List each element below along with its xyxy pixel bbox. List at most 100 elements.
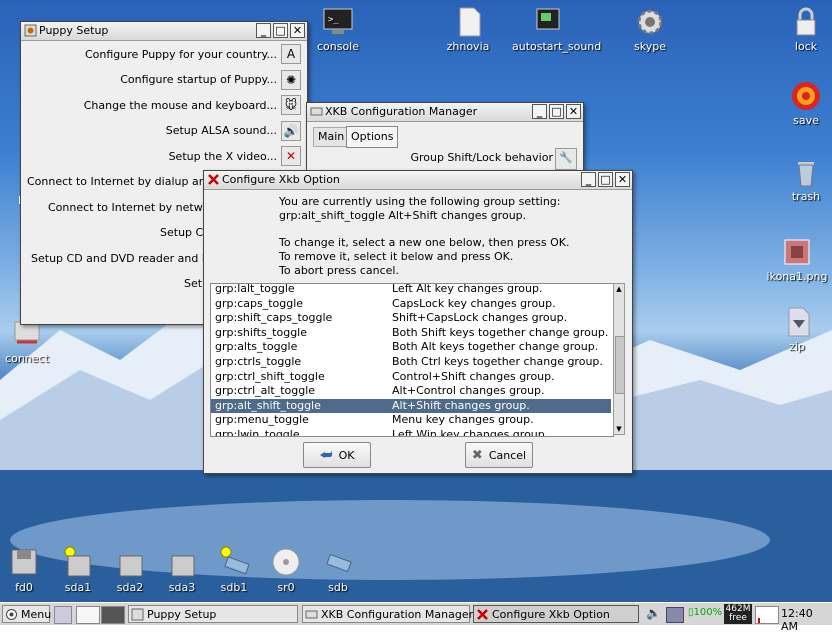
setup-item-icon[interactable]: ✺ (281, 69, 301, 90)
tab-main[interactable]: Main (313, 127, 350, 147)
xkb-option-dialog[interactable]: Configure Xkb Option _ □ ✕ You are curre… (203, 170, 633, 474)
setup-item-icon[interactable]: A (281, 44, 301, 64)
close-button[interactable]: ✕ (615, 172, 630, 187)
setup-item-label: Setup CD and DVD reader and b (31, 251, 209, 265)
xkb-manager-titlebar[interactable]: XKB Configuration Manager _ □ ✕ (307, 103, 583, 122)
setup-item-icon[interactable]: 🐭 (281, 95, 301, 115)
cancel-button[interactable]: ✖ Cancel (465, 442, 533, 468)
cdrom-icon (272, 548, 300, 576)
minimize-button[interactable]: _ (581, 172, 596, 187)
desktop-icon-autostart-sound[interactable]: autostart_sound (512, 6, 601, 53)
list-item[interactable]: grp:lalt_toggle Left Alt key changes grou… (211, 284, 611, 297)
cancel-button-label: Cancel (488, 448, 527, 462)
xkb-option-titlebar[interactable]: Configure Xkb Option _ □ ✕ (204, 171, 632, 190)
drive-sda2[interactable]: sda2 (108, 546, 152, 594)
desktop-icon-save[interactable]: save (771, 80, 832, 127)
setup-item[interactable]: Connect to Internet by dialup ana (27, 171, 212, 193)
script-icon (531, 6, 563, 38)
setup-item[interactable]: Set (184, 273, 202, 295)
setup-item-icon[interactable]: ✕ (281, 146, 301, 166)
desktop-icon-console[interactable]: >_ console (303, 6, 373, 53)
option-description: Menu key changes group. (392, 413, 534, 427)
setup-item[interactable]: Setup ALSA sound... 🔊 (166, 120, 301, 142)
quicklaunch-icon[interactable] (54, 606, 72, 624)
setup-item[interactable]: Configure startup of Puppy... ✺ (120, 69, 301, 91)
battery-indicator: ▯100% (688, 607, 722, 618)
list-item[interactable]: grp:lwin_toggle Left Win key changes grou… (211, 428, 611, 437)
drive-sr0[interactable]: sr0 (264, 546, 308, 594)
volume-icon[interactable]: 🔈 (646, 606, 661, 620)
close-button[interactable]: ✕ (290, 23, 305, 38)
list-item[interactable]: grp:alts_toggle Both Alt keys together ch… (211, 340, 611, 355)
close-button[interactable]: ✕ (566, 104, 581, 119)
memory-indicator: 462M free (724, 604, 752, 624)
setup-item[interactable]: Setup CD and DVD reader and b (31, 247, 209, 269)
puppy-menu-icon (5, 608, 18, 621)
setup-item-icon[interactable]: 🔊 (281, 120, 301, 141)
drive-sdb[interactable]: sdb (316, 546, 360, 594)
list-item[interactable]: grp:shift_caps_toggle Shift+CapsLock chan… (211, 311, 611, 326)
ok-button[interactable]: ⮨ OK (303, 442, 371, 468)
harddisk-icon (64, 546, 91, 577)
task-label: XKB Configuration Manager (321, 608, 474, 621)
puppy-setup-titlebar[interactable]: Puppy Setup _ □ ✕ (21, 22, 307, 41)
setup-item[interactable]: Connect to Internet by netwo (48, 196, 209, 218)
maximize-button[interactable]: □ (273, 23, 288, 38)
task-xkb-option[interactable]: Configure Xkb Option (473, 605, 639, 623)
minimize-button[interactable]: _ (256, 23, 271, 38)
drive-label: sdb (328, 581, 348, 594)
desktop-icon-zip[interactable]: zip (762, 306, 832, 353)
drive-label: sr0 (277, 581, 295, 594)
setup-item[interactable]: Configure Puppy for your country... A (85, 43, 301, 65)
list-scrollbar[interactable]: ▲ ▼ (613, 283, 625, 435)
usb-drive-icon (220, 546, 250, 575)
list-item[interactable]: grp:caps_toggle CapsLock key changes grou… (211, 297, 611, 312)
desktop-pager-2[interactable] (101, 606, 125, 624)
list-item[interactable]: grp:alt_shift_toggle Alt+Shift changes gr… (211, 398, 611, 414)
setup-item-label: Change the mouse and keyboard... (83, 98, 277, 112)
menu-button[interactable]: Menu (2, 605, 51, 623)
desktop-icon-skype[interactable]: skype (615, 6, 685, 53)
list-item[interactable]: grp:menu_toggle Menu key changes group. (211, 413, 611, 428)
task-xkb-manager[interactable]: XKB Configuration Manager (302, 605, 474, 623)
desktop-pager-1[interactable] (76, 606, 100, 624)
desktop-icon-connect[interactable]: connect (0, 318, 62, 365)
info-line-2: grp:alt_shift_toggle Alt+Shift changes g… (279, 209, 527, 222)
desktop-icon-lock[interactable]: lock (771, 6, 832, 53)
scroll-down-arrow-icon[interactable]: ▼ (614, 424, 624, 434)
desktop-icon-label: skype (634, 40, 666, 53)
list-item[interactable]: grp:ctrl_alt_toggle Alt+Control changes g… (211, 384, 611, 399)
help-line-1: To change it, select a new one below, th… (279, 236, 570, 249)
setup-item[interactable]: Change the mouse and keyboard... 🐭 (84, 94, 301, 116)
desktop-icon-ikona[interactable]: ikona1.png (762, 236, 832, 283)
options-list[interactable]: grp:lalt_toggle Left Alt key changes grou… (210, 283, 614, 437)
minimize-button[interactable]: _ (532, 104, 547, 119)
tab-options[interactable]: Options (346, 126, 399, 148)
xkb-manager-window[interactable]: XKB Configuration Manager _ □ ✕ Main Opt… (306, 102, 584, 176)
drive-sda1[interactable]: sda1 (56, 546, 100, 594)
option-description: Left Win key changes group. (392, 428, 549, 437)
harddisk-icon (119, 555, 143, 577)
network-tray-icon[interactable] (666, 607, 684, 623)
setup-item[interactable]: Setup the X video... ✕ (169, 145, 301, 167)
desktop-icon-zhnovia[interactable]: zhnovia (433, 6, 503, 53)
scroll-up-arrow-icon[interactable]: ▲ (614, 284, 624, 294)
list-item[interactable]: grp:ctrls_toggle Both Ctrl keys together … (211, 355, 611, 370)
option-key: grp:lwin_toggle (215, 428, 300, 437)
task-puppy-setup[interactable]: Puppy Setup (128, 605, 298, 623)
option-description: Both Ctrl keys together change group. (392, 355, 603, 368)
scrollbar-thumb[interactable] (615, 336, 625, 394)
maximize-button[interactable]: □ (549, 104, 564, 119)
list-item[interactable]: grp:shifts_toggle Both Shift keys togethe… (211, 326, 611, 341)
option-key: grp:ctrl_shift_toggle (215, 369, 325, 383)
clock[interactable]: 12:40 AM (781, 607, 832, 633)
maximize-button[interactable]: □ (598, 172, 613, 187)
keyboard-icon (310, 105, 323, 118)
drive-sdb1[interactable]: sdb1 (212, 546, 256, 594)
setup-item-label: Connect to Internet by netwo (48, 200, 210, 214)
desktop-icon-trash[interactable]: trash (771, 156, 832, 203)
list-item[interactable]: grp:ctrl_shift_toggle Control+Shift chang… (211, 370, 611, 385)
option-button[interactable]: 🔧 (555, 148, 577, 170)
drive-sda3[interactable]: sda3 (160, 546, 204, 594)
drive-fd0[interactable]: fd0 (2, 546, 46, 594)
